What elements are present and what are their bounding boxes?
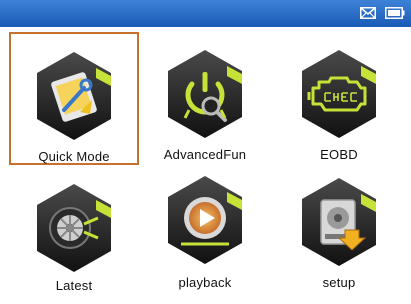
menu-label: Quick Mode (38, 149, 110, 164)
menu-tile-playback[interactable]: playback (140, 168, 270, 301)
menu-label: EOBD (320, 147, 358, 162)
quick-mode-icon (37, 52, 111, 140)
status-bar (0, 0, 411, 27)
menu-tile-eobd[interactable]: EOBD (274, 32, 404, 165)
menu-label: Latest (55, 278, 93, 293)
latest-wheel-icon (37, 184, 111, 272)
menu-label: setup (322, 275, 356, 290)
eobd-engine-icon (302, 50, 376, 138)
battery-icon (385, 7, 405, 19)
menu-tile-setup[interactable]: setup (274, 168, 404, 301)
setup-icon (302, 178, 376, 266)
menu-label: playback (178, 275, 232, 290)
status-icons (360, 7, 405, 19)
advanced-fun-icon (168, 50, 242, 138)
playback-icon (168, 176, 242, 264)
menu-tile-latest[interactable]: Latest (9, 168, 139, 301)
menu-label: AdvancedFun (163, 147, 247, 162)
menu-tile-advanced-fun[interactable]: AdvancedFun (140, 32, 270, 165)
menu-tile-quick-mode[interactable]: Quick Mode (9, 32, 139, 165)
mail-icon (360, 7, 376, 19)
